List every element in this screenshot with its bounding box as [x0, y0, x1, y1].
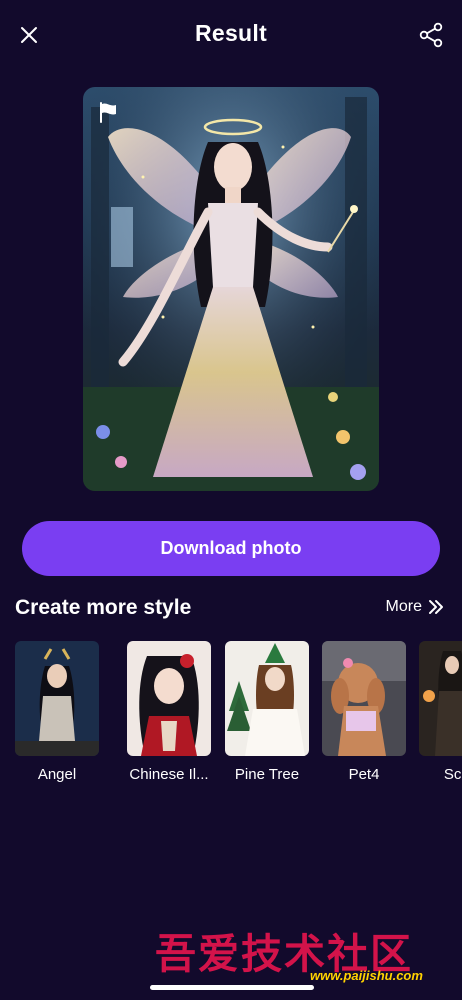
- style-label: Pet4: [348, 766, 380, 783]
- home-indicator[interactable]: [150, 985, 314, 990]
- result-photo[interactable]: [83, 87, 379, 491]
- page-title: Result: [194, 20, 268, 46]
- style-thumb-pine-tree: [225, 641, 309, 756]
- more-label: More: [385, 598, 422, 615]
- fairy-illustration: [83, 87, 379, 491]
- style-item-chinese-illustration[interactable]: Chinese Il...: [127, 641, 211, 783]
- style-item-pine-tree[interactable]: Pine Tree: [225, 641, 309, 783]
- share-button[interactable]: [414, 18, 448, 52]
- style-thumb-scoo: [419, 641, 462, 756]
- download-photo-button[interactable]: Download photo: [22, 521, 440, 576]
- style-thumb-angel: [15, 641, 99, 756]
- style-carousel[interactable]: Angel Chinese Il... Pine Tree Pet4 Sc: [0, 641, 462, 791]
- style-item-scoo[interactable]: Scoo: [419, 641, 462, 783]
- share-icon: [419, 22, 443, 48]
- flag-icon[interactable]: [95, 99, 121, 125]
- result-screen: Result Download photo Create more style …: [0, 0, 462, 1000]
- style-label: Angel: [37, 766, 77, 783]
- header-bar: Result: [0, 0, 462, 70]
- double-chevron-right-icon: [429, 600, 443, 614]
- style-thumb-pet4: [322, 641, 406, 756]
- more-link[interactable]: More: [386, 598, 444, 616]
- watermark: 吾爱技术社区 www.paijishu.com: [155, 920, 455, 990]
- style-thumb-chinese-illustration: [127, 641, 211, 756]
- section-title: Create more style: [15, 596, 192, 619]
- style-label: Chinese Il...: [129, 766, 209, 783]
- style-label: Pine Tree: [234, 766, 300, 783]
- style-item-pet4[interactable]: Pet4: [322, 641, 406, 783]
- watermark-url: www.paijishu.com: [310, 968, 423, 983]
- style-item-angel[interactable]: Angel: [15, 641, 99, 783]
- style-label: Scoo: [443, 766, 462, 783]
